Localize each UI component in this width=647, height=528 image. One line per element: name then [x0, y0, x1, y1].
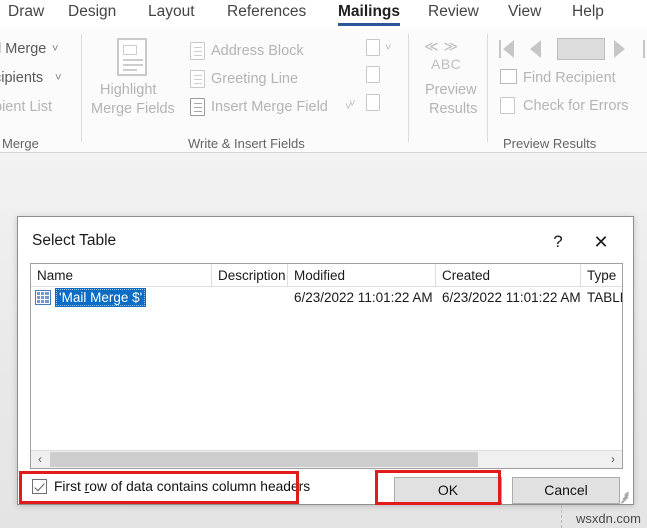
column-header-modified[interactable]: Modified: [288, 264, 436, 287]
column-header-description[interactable]: Description: [212, 264, 288, 287]
checkbox-label-before: First: [54, 479, 85, 494]
find-recipient-icon: [500, 69, 517, 84]
group-label-start-mail-merge: Merge: [2, 136, 39, 151]
checkbox-label-after: ow of data contains column headers: [89, 479, 311, 494]
cell-description: [212, 288, 288, 308]
watermark-divider: [561, 505, 562, 528]
address-block-button: Address Block: [211, 43, 304, 59]
preview-results-label-1: Preview: [425, 82, 477, 98]
greeting-line-button: Greeting Line: [211, 71, 299, 87]
tab-help[interactable]: Help: [572, 0, 604, 28]
rules-icon: [366, 39, 380, 56]
record-number-input[interactable]: [557, 38, 605, 60]
update-labels-icon: [366, 94, 380, 111]
chevron-down-icon[interactable]: ˅: [52, 43, 58, 55]
cancel-button[interactable]: Cancel: [512, 477, 620, 504]
select-recipients-button[interactable]: cipients: [0, 70, 43, 87]
table-row[interactable]: 'Mail Merge $' 6/23/2022 11:01:22 AM 6/2…: [31, 287, 622, 309]
tab-view[interactable]: View: [508, 0, 541, 28]
app-window: Draw Design Layout References Mailings R…: [0, 0, 647, 528]
tab-layout[interactable]: Layout: [148, 0, 195, 28]
ok-button[interactable]: OK: [394, 477, 502, 504]
dialog-title: Select Table: [32, 232, 117, 249]
first-record-icon: [503, 40, 514, 58]
chevron-down-icon: ˅: [349, 98, 356, 110]
ribbon-divider: [408, 34, 409, 142]
close-icon[interactable]: ✕: [587, 229, 615, 255]
highlight-merge-fields-label-2[interactable]: Merge Fields: [91, 101, 175, 118]
horizontal-scrollbar[interactable]: ‹ ›: [31, 450, 622, 468]
chevron-down-icon[interactable]: ˅: [55, 72, 61, 84]
start-mail-merge-button[interactable]: l Merge: [0, 41, 46, 58]
preview-results-chevrons-icon: ≪ ≫: [424, 38, 459, 54]
address-block-icon: [190, 42, 205, 60]
chevron-down-icon: ˅: [385, 42, 392, 54]
next-record-icon: [614, 40, 625, 58]
match-fields-icon: [366, 66, 380, 83]
checkbox-box[interactable]: [32, 479, 47, 494]
tab-draw[interactable]: Draw: [8, 0, 44, 28]
cell-created: 6/23/2022 11:01:22 AM: [442, 290, 581, 305]
ribbon-divider: [81, 34, 82, 142]
resize-grip-icon[interactable]: [617, 489, 630, 504]
ribbon: l Merge ˅ cipients ˅ pient List Merge Hi…: [0, 28, 647, 153]
tab-design[interactable]: Design: [68, 0, 116, 28]
table-grid-icon: [35, 290, 51, 305]
last-record-bar: [643, 40, 645, 58]
group-label-preview-results: Preview Results: [503, 136, 597, 151]
cell-name[interactable]: 'Mail Merge $': [55, 288, 147, 307]
first-record-bar: [499, 40, 501, 58]
ribbon-divider: [487, 34, 488, 142]
checkbox-label[interactable]: First row of data contains column header…: [54, 479, 310, 494]
list-header-row: Name Description Modified Created Type: [31, 264, 622, 287]
check-for-errors-button: Check for Errors: [523, 98, 629, 114]
help-icon[interactable]: ?: [545, 229, 571, 255]
tables-list-view[interactable]: Name Description Modified Created Type '…: [30, 263, 623, 469]
scrollbar-thumb[interactable]: [50, 452, 478, 467]
highlight-merge-fields-label-1[interactable]: Highlight: [100, 82, 156, 99]
first-row-headers-checkbox[interactable]: First row of data contains column header…: [32, 479, 310, 494]
tab-review[interactable]: Review: [428, 0, 479, 28]
ribbon-tab-strip: Draw Design Layout References Mailings R…: [0, 0, 647, 28]
preview-results-label-2: Results: [429, 101, 478, 117]
column-header-type[interactable]: Type: [581, 264, 622, 287]
tab-references[interactable]: References: [227, 0, 306, 28]
abc-label: ABC: [431, 56, 462, 72]
watermark: wsxdn.com: [575, 511, 641, 526]
column-header-name[interactable]: Name: [31, 264, 212, 287]
edit-recipient-list-button: pient List: [0, 99, 53, 115]
insert-merge-field-button: Insert Merge Field: [211, 99, 328, 115]
insert-merge-field-icon: [190, 98, 205, 116]
previous-record-icon: [530, 40, 541, 58]
find-recipient-button: Find Recipient: [523, 70, 616, 86]
scroll-left-arrow-icon[interactable]: ‹: [31, 451, 49, 468]
column-header-created[interactable]: Created: [436, 264, 581, 287]
group-label-write-insert-fields: Write & Insert Fields: [188, 136, 305, 151]
greeting-line-icon: [190, 70, 205, 88]
scroll-right-arrow-icon[interactable]: ›: [604, 451, 622, 468]
cell-modified: 6/23/2022 11:01:22 AM: [294, 290, 433, 305]
check-for-errors-icon: [500, 97, 515, 114]
tab-mailings[interactable]: Mailings: [338, 0, 401, 28]
cell-type: TABLE: [587, 290, 622, 305]
select-table-dialog: Select Table ? ✕ Name Description Modifi…: [17, 216, 634, 505]
highlight-merge-fields-icon[interactable]: [117, 38, 147, 76]
